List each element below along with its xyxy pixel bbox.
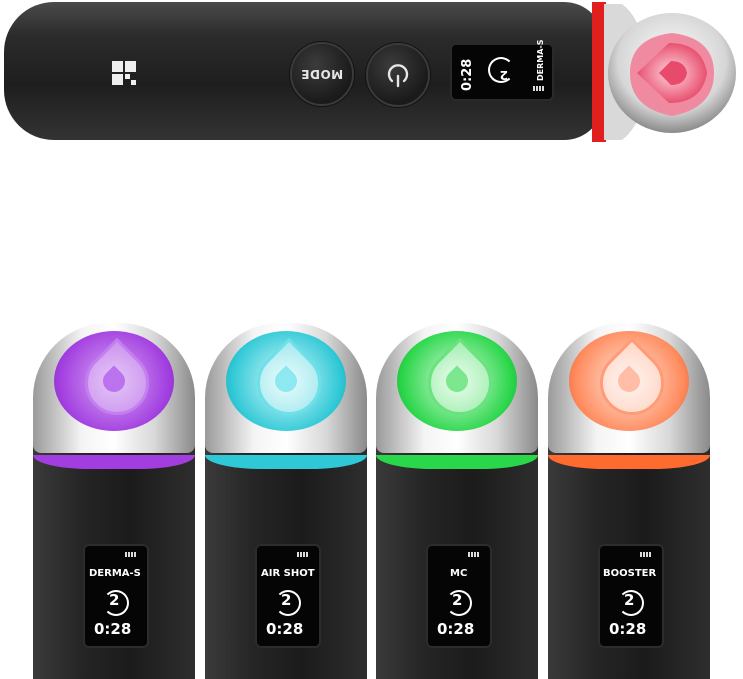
display-level: 2 <box>109 591 120 609</box>
device-derma-s: DERMA-S 2 0:28 <box>33 323 195 679</box>
display-level: 2 <box>624 591 635 609</box>
light-lens <box>569 331 689 431</box>
battery-icon <box>468 552 479 557</box>
display-time: 0:28 <box>460 58 475 91</box>
battery-icon <box>125 552 136 557</box>
mode-button[interactable]: MODE <box>290 42 354 106</box>
display-time: 0:28 <box>266 620 304 638</box>
display-mode-label: AIR SHOT <box>261 568 315 579</box>
light-lens <box>397 331 517 431</box>
display-mode-label: BOOSTER <box>603 568 657 579</box>
device-air-shot: AIR SHOT 2 0:28 <box>205 323 367 679</box>
display-mode-label: DERMA-S <box>89 568 141 579</box>
display-screen: AIR SHOT 2 0:28 <box>255 544 321 648</box>
display-screen: DERMA-S 2 0:28 <box>83 544 149 648</box>
display-time: 0:28 <box>437 620 475 638</box>
top-display-screen: DERMA-S 2 0:28 <box>450 39 554 101</box>
display-level: 2 <box>499 68 508 82</box>
display-time: 0:28 <box>609 620 647 638</box>
device-mc: MC 2 0:28 <box>376 323 538 679</box>
device-horizontal: MODE DERMA-S 2 0:28 <box>4 2 736 142</box>
battery-icon <box>297 552 308 557</box>
power-icon <box>387 64 409 88</box>
power-button[interactable] <box>366 43 430 107</box>
display-screen: MC 2 0:28 <box>426 544 492 648</box>
display-screen: BOOSTER 2 0:28 <box>598 544 664 648</box>
battery-icon <box>640 552 651 557</box>
mode-button-label: MODE <box>300 67 344 81</box>
battery-icon <box>533 86 544 91</box>
brand-logo-icon <box>109 58 139 88</box>
display-mode-label: DERMA-S <box>536 39 545 82</box>
display-level: 2 <box>281 591 292 609</box>
display-level: 2 <box>452 591 463 609</box>
light-lens <box>226 331 346 431</box>
light-lens <box>54 331 174 431</box>
device-booster: BOOSTER 2 0:28 <box>548 323 710 679</box>
display-mode-label: MC <box>450 568 468 579</box>
light-lens-top <box>608 13 736 133</box>
display-time: 0:28 <box>94 620 132 638</box>
